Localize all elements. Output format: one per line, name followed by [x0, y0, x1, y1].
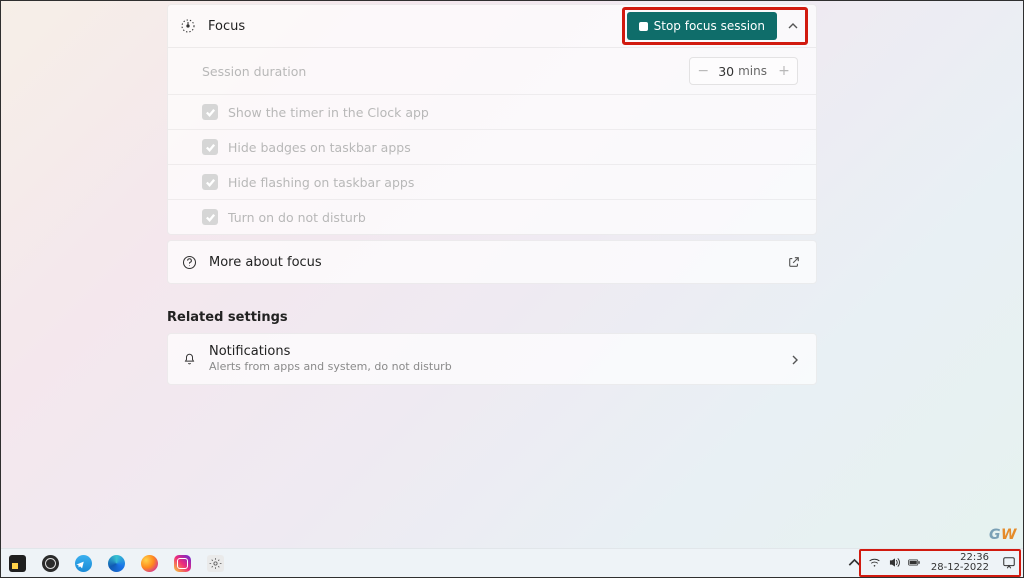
- checkbox-checked-icon: [202, 174, 218, 190]
- focus-card: Focus Stop focus session Session duratio…: [167, 4, 817, 235]
- option-hide-flashing[interactable]: Hide flashing on taskbar apps: [168, 164, 816, 199]
- taskbar-app-edge[interactable]: [102, 551, 131, 576]
- notifications-subtitle: Alerts from apps and system, do not dist…: [209, 360, 452, 374]
- clock-date: 28-12-2022: [931, 563, 989, 574]
- more-about-focus-link[interactable]: More about focus: [167, 240, 817, 284]
- watermark-logo: GW: [989, 527, 1017, 543]
- more-about-focus-label: More about focus: [209, 255, 322, 270]
- option-hide-badges[interactable]: Hide badges on taskbar apps: [168, 129, 816, 164]
- stop-focus-session-button[interactable]: Stop focus session: [627, 12, 777, 40]
- external-link-icon: [788, 253, 800, 272]
- notifications-title: Notifications: [209, 344, 452, 360]
- taskbar: 22:36 28-12-2022: [1, 548, 1023, 577]
- stop-icon: [639, 22, 648, 31]
- duration-value: 30: [716, 64, 736, 79]
- notifications-link[interactable]: Notifications Alerts from apps and syste…: [167, 333, 817, 385]
- taskbar-app-firefox[interactable]: [135, 551, 164, 576]
- option-label: Show the timer in the Clock app: [228, 105, 429, 120]
- option-dnd[interactable]: Turn on do not disturb: [168, 199, 816, 234]
- duration-increase-button[interactable]: +: [771, 58, 797, 84]
- stop-button-label: Stop focus session: [654, 19, 765, 33]
- taskbar-app-settings[interactable]: [201, 551, 230, 576]
- related-settings-heading: Related settings: [167, 310, 817, 325]
- duration-decrease-button[interactable]: −: [690, 58, 716, 84]
- battery-icon[interactable]: [908, 554, 921, 573]
- session-duration-stepper[interactable]: − 30 mins +: [689, 57, 798, 85]
- help-icon: [182, 255, 197, 270]
- focus-title: Focus: [208, 19, 245, 34]
- checkbox-checked-icon: [202, 104, 218, 120]
- option-label: Hide flashing on taskbar apps: [228, 175, 414, 190]
- highlight-box-stop: Stop focus session: [622, 7, 808, 45]
- bell-icon: [182, 352, 197, 367]
- taskbar-app-obs[interactable]: [36, 551, 65, 576]
- settings-panel: Focus Stop focus session Session duratio…: [167, 1, 817, 385]
- option-show-timer[interactable]: Show the timer in the Clock app: [168, 94, 816, 129]
- focus-icon: [180, 18, 196, 34]
- start-button[interactable]: [3, 551, 32, 576]
- taskbar-app-telegram[interactable]: [69, 551, 98, 576]
- focus-header[interactable]: Focus Stop focus session: [168, 5, 816, 47]
- taskbar-clock[interactable]: 22:36 28-12-2022: [929, 553, 991, 574]
- focus-body: Session duration − 30 mins + Show the ti…: [168, 47, 816, 234]
- option-label: Hide badges on taskbar apps: [228, 140, 411, 155]
- chevron-up-icon[interactable]: [783, 16, 803, 36]
- duration-unit: mins: [736, 64, 771, 78]
- session-duration-row: Session duration − 30 mins +: [168, 48, 816, 94]
- tray-overflow-icon[interactable]: [848, 554, 861, 573]
- session-duration-label: Session duration: [202, 64, 306, 79]
- taskbar-app-instagram[interactable]: [168, 551, 197, 576]
- option-label: Turn on do not disturb: [228, 210, 366, 225]
- wifi-icon[interactable]: [868, 554, 881, 573]
- volume-icon[interactable]: [888, 554, 901, 573]
- checkbox-checked-icon: [202, 139, 218, 155]
- chevron-right-icon: [790, 350, 800, 369]
- notification-center-icon[interactable]: [999, 556, 1019, 570]
- checkbox-checked-icon: [202, 209, 218, 225]
